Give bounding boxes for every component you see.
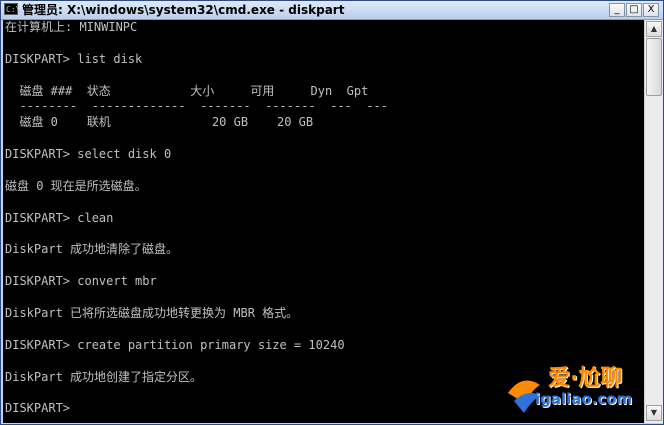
console-line: DISKPART> clean xyxy=(5,210,114,225)
watermark-url: igaliao.com xyxy=(535,390,633,408)
console-line: DISKPART> create partition primary size … xyxy=(5,337,345,352)
close-button[interactable]: X xyxy=(643,3,659,17)
console-line: DiskPart 成功地清除了磁盘。 xyxy=(5,242,179,257)
console-line: 磁盘 0 现在是所选磁盘。 xyxy=(5,178,147,193)
minimize-button[interactable]: _ xyxy=(609,3,625,17)
watermark-text: 爱·尬聊 xyxy=(548,366,623,391)
console-line: DISKPART> convert mbr xyxy=(5,274,157,289)
console-line: -------- ------------- ------- ------- -… xyxy=(5,99,388,114)
window-title: 管理员: X:\windows\system32\cmd.exe - diskp… xyxy=(22,3,345,17)
title-bar[interactable]: C:\ 管理员: X:\windows\system32\cmd.exe - d… xyxy=(1,1,663,20)
console-line: DISKPART> select disk 0 xyxy=(5,147,172,162)
console-line: 磁盘 ### 状态 大小 可用 Dyn Gpt xyxy=(5,83,369,98)
maximize-button[interactable]: □ xyxy=(626,3,642,17)
scroll-thumb[interactable] xyxy=(646,38,662,96)
console-line: DISKPART> list disk xyxy=(5,51,143,66)
console-line: DiskPart 已将所选磁盘成功地转更换为 MBR 格式。 xyxy=(5,306,299,321)
console-line: 在计算机上: MINWINPC xyxy=(5,20,138,34)
cmd-icon[interactable]: C:\ xyxy=(4,3,20,15)
console-line: 磁盘 0 联机 20 GB 20 GB xyxy=(5,115,314,130)
scroll-up-arrow-icon[interactable]: ▲ xyxy=(646,21,662,37)
